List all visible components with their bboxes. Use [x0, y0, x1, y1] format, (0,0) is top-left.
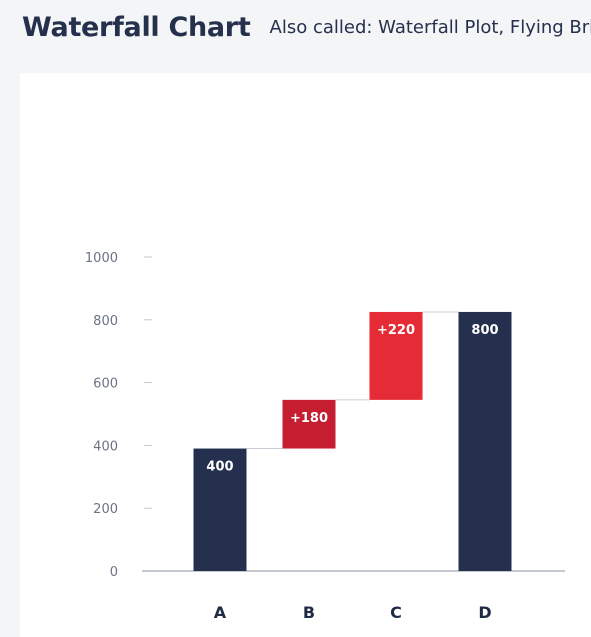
data-label: 800: [471, 323, 498, 338]
x-category-label: C: [390, 603, 402, 622]
y-tick-label: 0: [110, 565, 118, 580]
x-category-label: D: [478, 603, 491, 622]
bar-d: [458, 311, 512, 571]
data-label: +180: [290, 411, 328, 426]
chart-card: 0 200 400 600 800 1000 400 +180 +220 800 A B C D: [20, 73, 591, 637]
y-tick-label: 800: [93, 314, 118, 329]
chart-header: Waterfall Chart Also called: Waterfall P…: [22, 12, 591, 43]
waterfall-chart: 0 200 400 600 800 1000 400 +180 +220 800 A B C D: [85, 251, 565, 622]
page-title: Waterfall Chart: [22, 12, 251, 43]
page-subtitle: Also called: Waterfall Plot, Flying Bric…: [269, 17, 591, 38]
y-tick-label: 200: [93, 502, 118, 517]
y-tick-label: 1000: [85, 251, 118, 266]
x-category-label: B: [303, 603, 315, 622]
data-label: +220: [377, 323, 415, 338]
y-tick-label: 400: [93, 439, 118, 454]
x-category-label: A: [214, 603, 227, 622]
y-tick-label: 600: [93, 377, 118, 392]
data-label: 400: [206, 460, 233, 475]
